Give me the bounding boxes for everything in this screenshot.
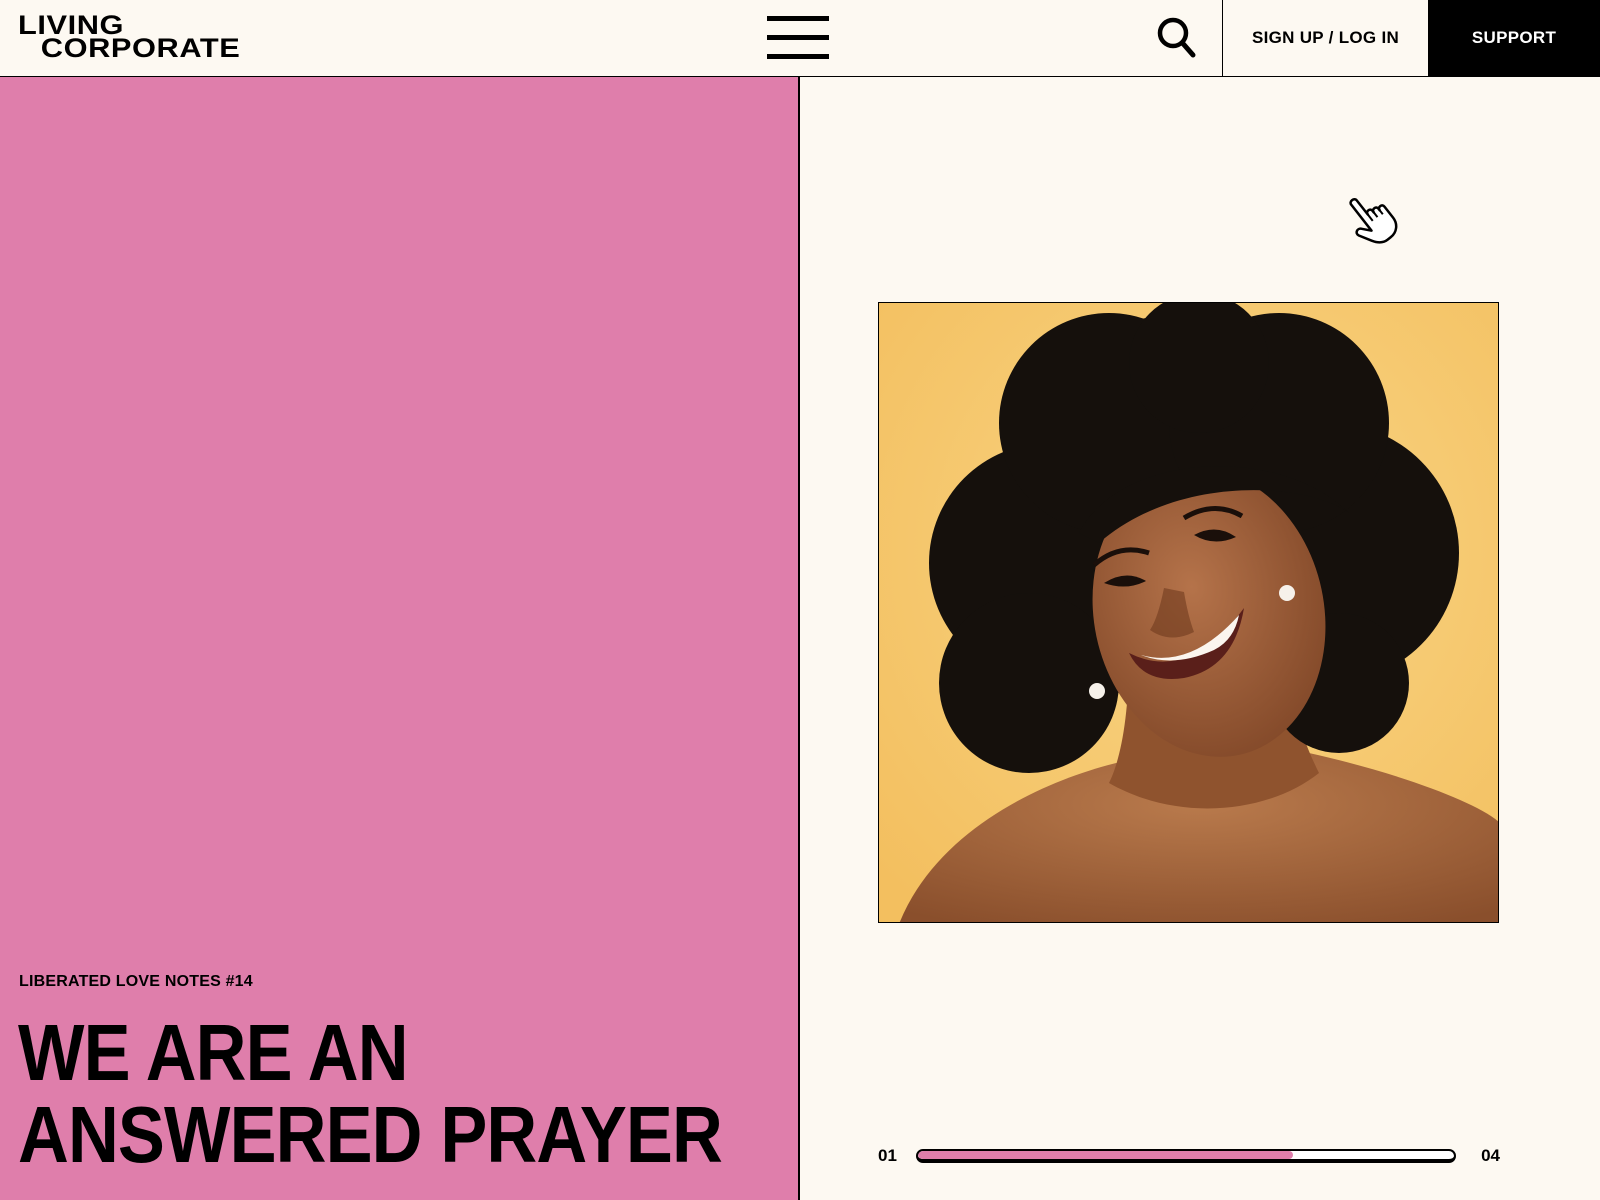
portrait-photo	[879, 303, 1498, 922]
site-logo[interactable]: LIVING CORPORATE	[18, 12, 241, 63]
menu-bar-top	[767, 16, 829, 21]
logo-line-2: CORPORATE	[40, 33, 241, 63]
slide-current-number: 01	[878, 1146, 897, 1165]
slide-progress: 01 04	[878, 1146, 1500, 1170]
support-button[interactable]: SUPPORT	[1428, 0, 1600, 76]
site-header: LIVING CORPORATE SIGN UP / LOG IN SUPPOR…	[0, 0, 1600, 77]
hamburger-menu-icon[interactable]	[767, 16, 829, 60]
headline-line-1: WE ARE AN	[18, 1008, 409, 1097]
feature-text-panel: LIBERATED LOVE NOTES #14 WE ARE AN ANSWE…	[0, 77, 798, 1200]
slide-progress-fill	[918, 1151, 1294, 1159]
feature-image[interactable]	[878, 302, 1499, 923]
article-headline[interactable]: WE ARE AN ANSWERED PRAYER	[18, 1008, 723, 1179]
pointer-hand-cursor-icon	[1349, 198, 1398, 244]
headline-line-2: ANSWERED PRAYER	[18, 1090, 723, 1179]
menu-bar-middle	[767, 35, 829, 40]
search-button[interactable]	[1150, 10, 1204, 66]
slide-progress-track[interactable]	[916, 1149, 1456, 1163]
article-series-label: LIBERATED LOVE NOTES #14	[19, 973, 253, 990]
menu-bar-bottom	[767, 54, 829, 59]
search-icon	[1157, 17, 1196, 58]
panel-divider	[798, 77, 800, 1200]
slide-total-number: 04	[1481, 1146, 1500, 1165]
signup-login-button[interactable]: SIGN UP / LOG IN	[1222, 0, 1428, 76]
